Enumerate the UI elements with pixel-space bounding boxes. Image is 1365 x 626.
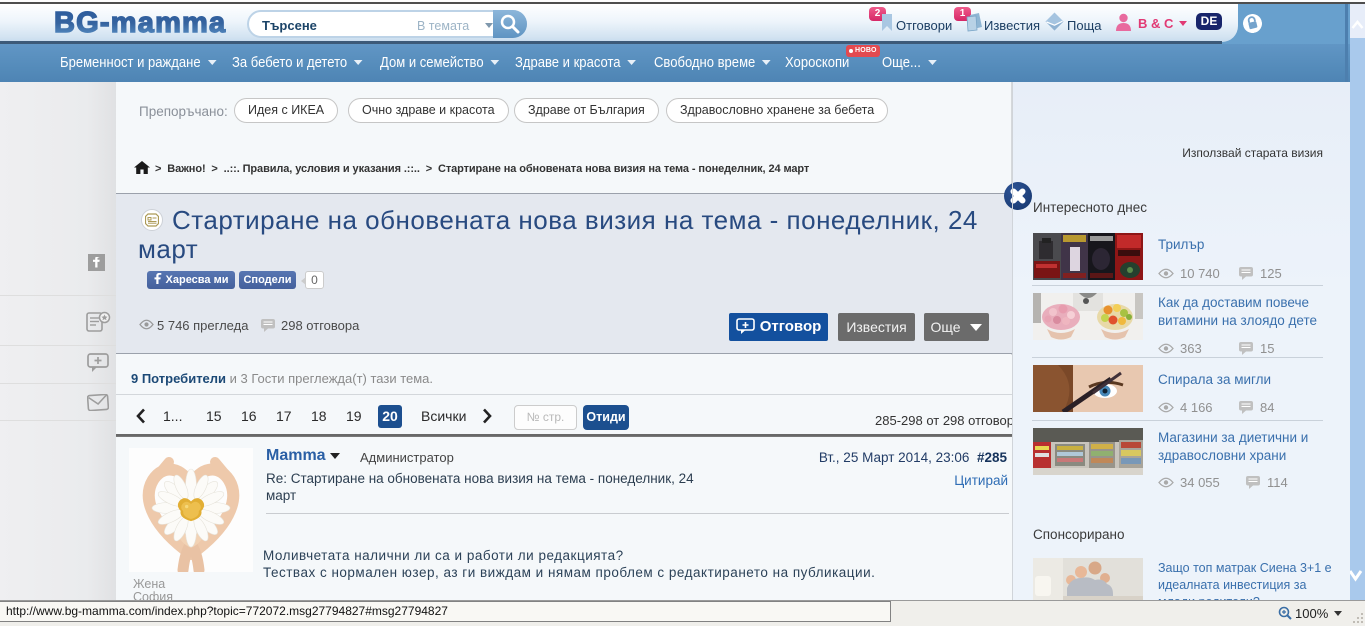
svg-text:BG-mamma: BG-mamma — [54, 7, 226, 39]
